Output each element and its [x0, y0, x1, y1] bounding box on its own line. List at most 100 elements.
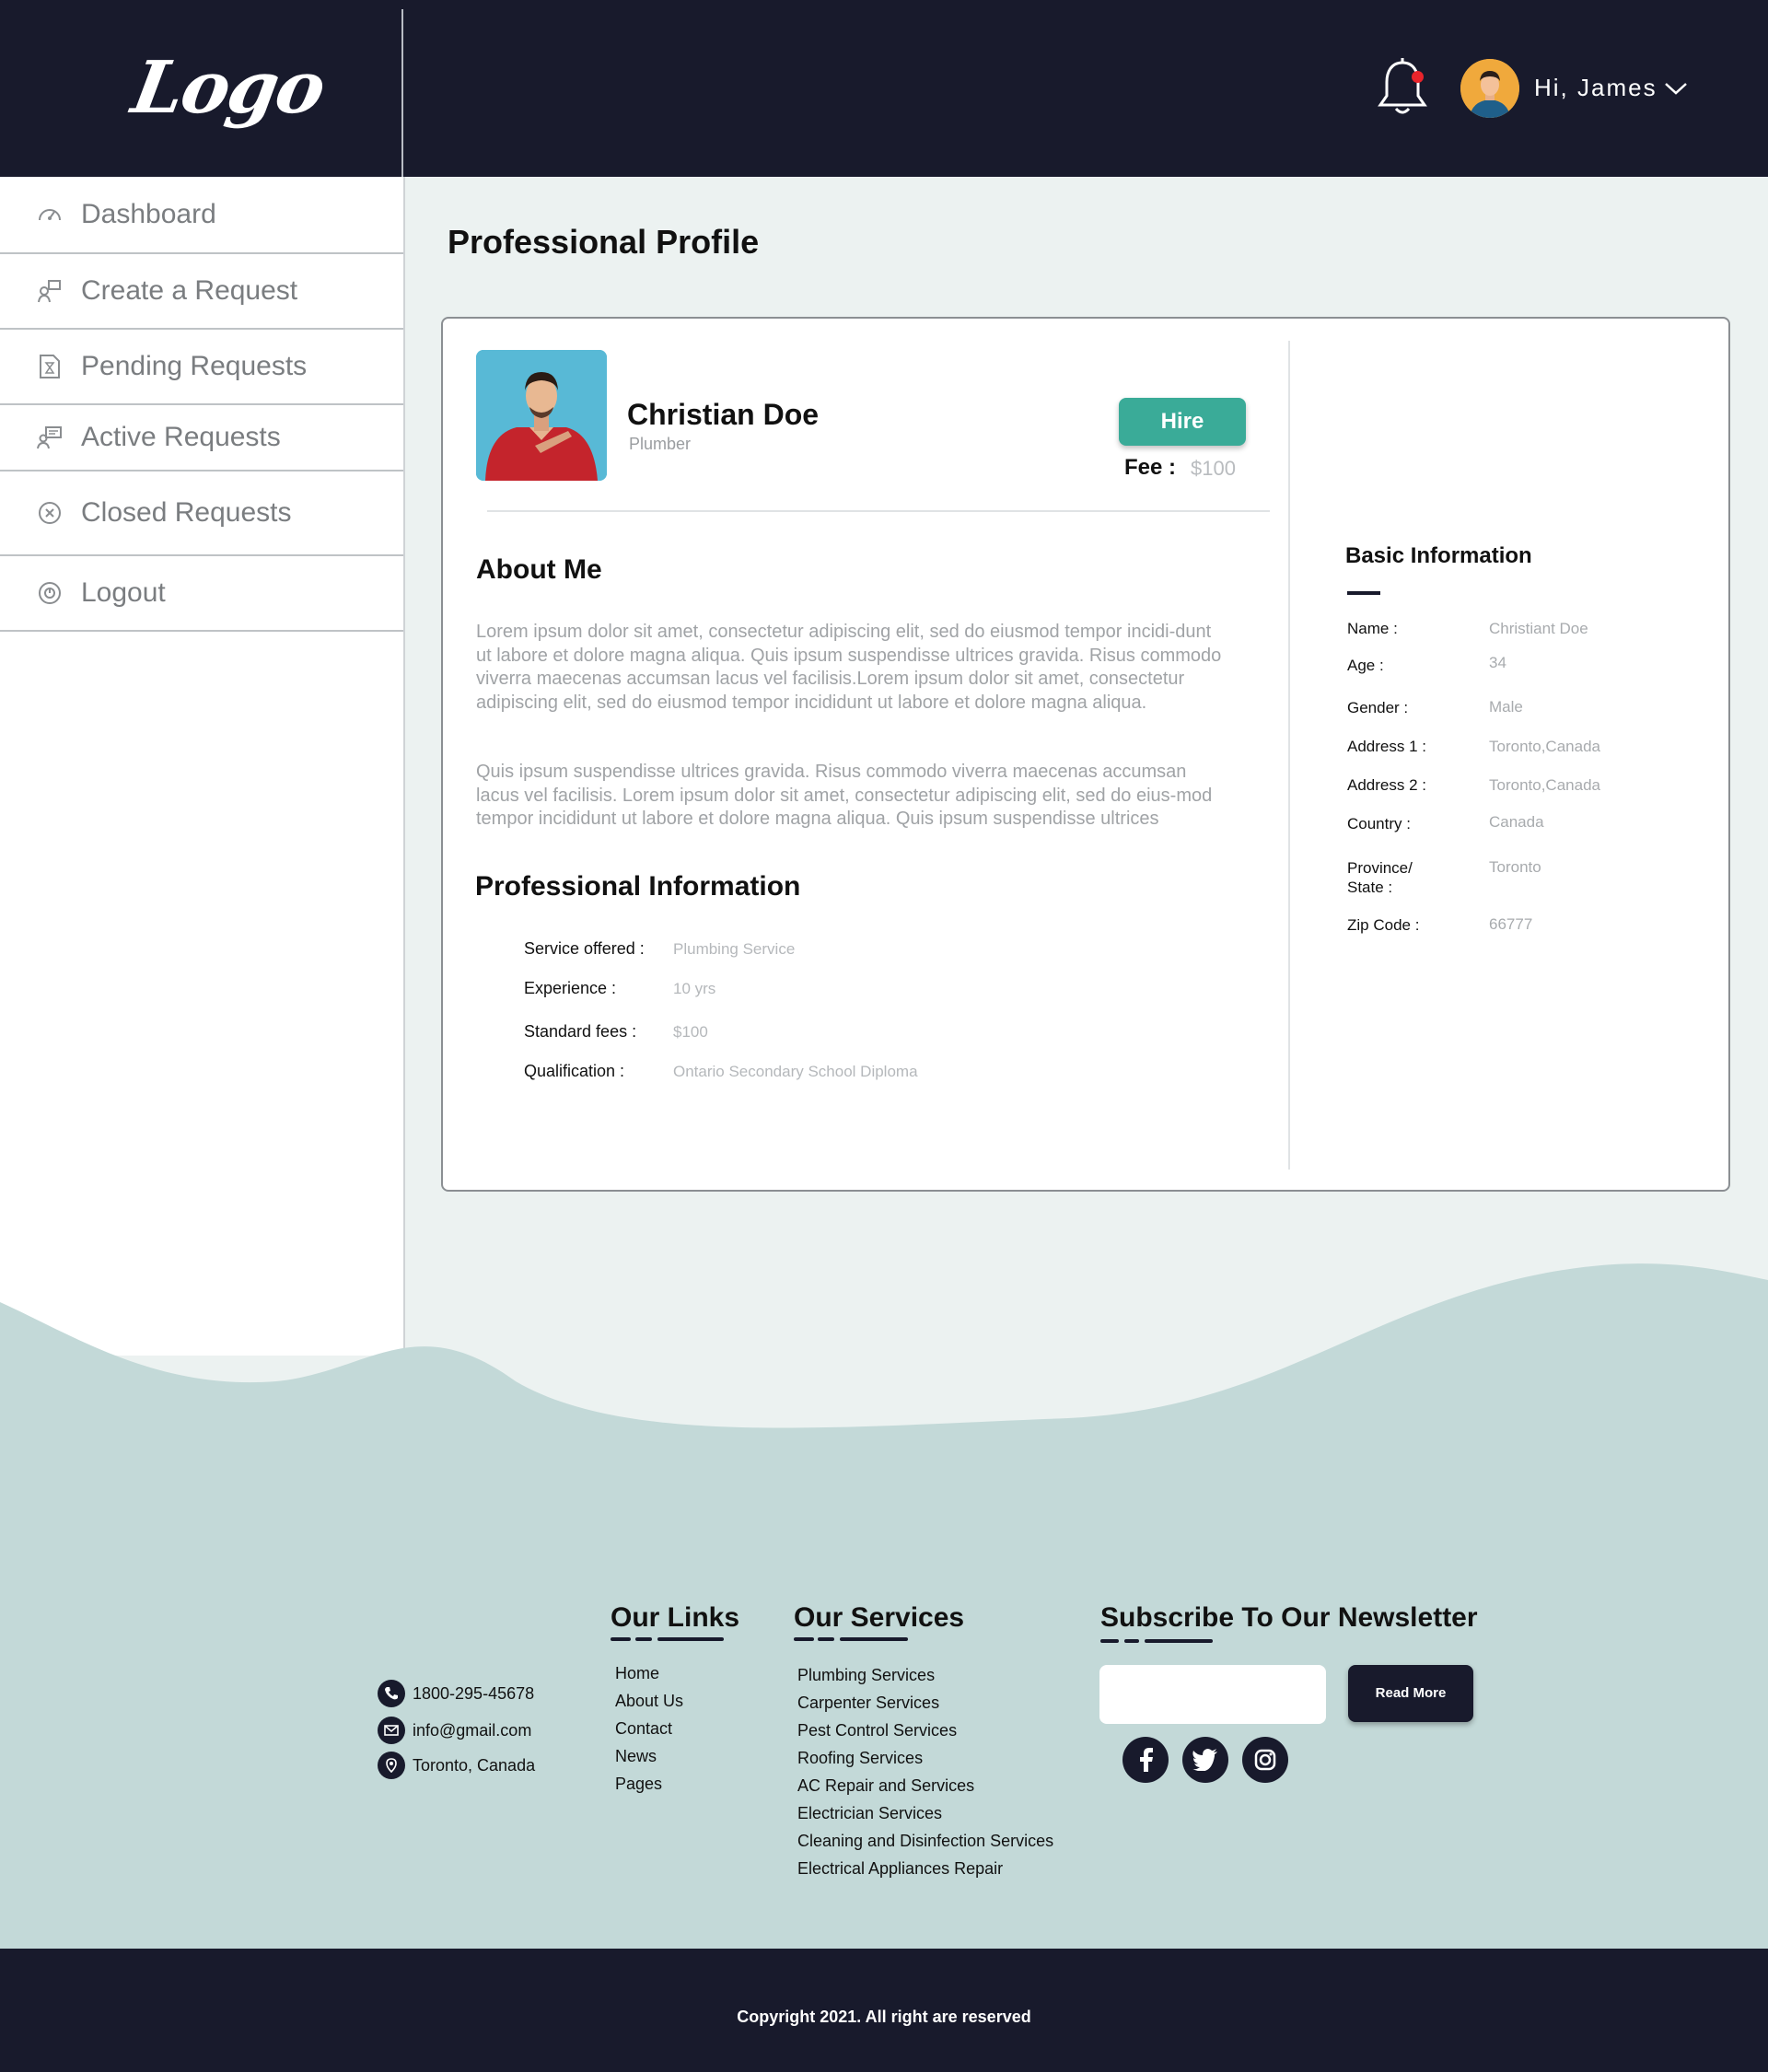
basic-info-label: Gender : [1347, 699, 1409, 716]
footer-link-about[interactable]: About Us [615, 1692, 683, 1711]
heading-underline [1124, 1639, 1139, 1643]
speedometer-icon [39, 209, 61, 221]
basic-info-value: 66777 [1489, 915, 1533, 933]
page-title: Professional Profile [448, 223, 760, 261]
info-label: Service offered : [524, 939, 645, 958]
instagram-icon[interactable] [1242, 1737, 1288, 1783]
sidebar-item-pending-requests[interactable]: Pending Requests [0, 330, 403, 405]
basic-info-label: Zip Code : [1347, 916, 1420, 934]
footer-service-link[interactable]: Electrical Appliances Repair [797, 1859, 1003, 1879]
location-icon [378, 1752, 405, 1779]
footer-link-contact[interactable]: Contact [615, 1719, 672, 1739]
links-heading: Our Links [611, 1602, 740, 1633]
card-divider [1288, 341, 1290, 1170]
basic-info-heading: Basic Information [1345, 543, 1532, 568]
about-paragraph-2: Quis ipsum suspendisse ultrices gravida.… [476, 762, 1213, 829]
footer-service-link[interactable]: Cleaning and Disinfection Services [797, 1832, 1053, 1851]
heading-underline [818, 1637, 834, 1641]
profile-photo [476, 350, 607, 481]
sidebar-item-closed-requests[interactable]: Closed Requests [0, 471, 403, 556]
mail-icon [378, 1717, 405, 1744]
fee-label: Fee : [1124, 455, 1177, 480]
basic-info-label: Country : [1347, 815, 1411, 832]
sidebar-item-label: Dashboard [81, 199, 216, 229]
chevron-down-icon[interactable] [1663, 79, 1689, 98]
basic-info-value: Christiant Doe [1489, 620, 1588, 637]
footer-service-link[interactable]: Pest Control Services [797, 1721, 957, 1740]
footer-bottom-bar: Copyright 2021. All right are reserved [0, 1949, 1768, 2072]
newsletter-email-input[interactable] [1099, 1665, 1326, 1724]
facebook-icon[interactable] [1122, 1737, 1169, 1783]
basic-info-value: Male [1489, 698, 1523, 716]
profile-divider [487, 510, 1270, 512]
sidebar-item-label: Closed Requests [81, 497, 292, 528]
sidebar-item-label: Create a Request [81, 275, 298, 306]
create-request-icon [38, 280, 61, 303]
sidebar-item-active-requests[interactable]: Active Requests [0, 405, 403, 471]
contact-text: info@gmail.com [413, 1720, 532, 1740]
sidebar-item-create-request[interactable]: Create a Request [0, 254, 403, 330]
professional-info-heading: Professional Information [475, 871, 801, 902]
read-more-button[interactable]: Read More [1348, 1665, 1473, 1722]
basic-info-value: 34 [1489, 654, 1506, 671]
close-circle-icon [39, 502, 61, 524]
footer-service-link[interactable]: Electrician Services [797, 1804, 942, 1823]
basic-info-label: Name : [1347, 620, 1398, 637]
footer-link-news[interactable]: News [615, 1747, 657, 1766]
footer-service-link[interactable]: Roofing Services [797, 1749, 923, 1768]
basic-info-label: Age : [1347, 657, 1384, 674]
info-value: Ontario Secondary School Diploma [673, 1063, 918, 1080]
info-value: Plumbing Service [673, 940, 796, 958]
basic-info-value: Toronto,Canada [1489, 738, 1600, 755]
fee-value: $100 [1191, 457, 1236, 480]
notification-dot [1412, 71, 1424, 83]
contact-text: 1800-295-45678 [413, 1683, 535, 1703]
about-heading: About Me [476, 554, 602, 585]
user-greeting[interactable]: Hi, James [1534, 74, 1658, 102]
info-label: Qualification : [524, 1062, 625, 1080]
professional-name: Christian Doe [627, 398, 820, 431]
sidebar-item-label: Active Requests [81, 422, 281, 452]
info-label: Experience : [524, 979, 617, 997]
sidebar-item-label: Pending Requests [81, 351, 308, 381]
contact-location[interactable]: Toronto, Canada [378, 1752, 535, 1779]
basic-info-value: Toronto [1489, 858, 1541, 876]
logo[interactable]: Logo [126, 46, 330, 130]
hourglass-doc-icon [40, 355, 60, 378]
copyright-text: Copyright 2021. All right are reserved [737, 2008, 1031, 2026]
basic-info-label: Province/ State : [1347, 859, 1413, 896]
contact-text: Toronto, Canada [413, 1755, 536, 1775]
sidebar-item-dashboard[interactable]: Dashboard [0, 177, 403, 254]
contact-email[interactable]: info@gmail.com [378, 1717, 531, 1744]
footer-link-home[interactable]: Home [615, 1664, 659, 1683]
basic-info-value: Toronto,Canada [1489, 776, 1600, 794]
top-header: Logo Hi, James [0, 0, 1768, 177]
hire-button[interactable]: Hire [1119, 398, 1246, 446]
about-paragraph-1: Lorem ipsum dolor sit amet, consectetur … [476, 622, 1222, 713]
heading-underline [1145, 1639, 1213, 1643]
footer-service-link[interactable]: AC Repair and Services [797, 1776, 974, 1796]
sidebar-item-label: Logout [81, 577, 166, 608]
info-label: Standard fees : [524, 1022, 637, 1041]
newsletter-heading: Subscribe To Our Newsletter [1100, 1602, 1478, 1633]
heading-underline [840, 1637, 908, 1641]
info-value: $100 [673, 1023, 708, 1041]
user-avatar[interactable] [1460, 59, 1519, 118]
phone-icon [378, 1680, 405, 1707]
basic-info-label: Address 1 : [1347, 738, 1426, 755]
sidebar-item-logout[interactable]: Logout [0, 556, 403, 632]
logo-area: Logo [0, 9, 403, 177]
footer-service-link[interactable]: Plumbing Services [797, 1666, 935, 1685]
footer-link-pages[interactable]: Pages [615, 1775, 662, 1794]
basic-info-label: Address 2 : [1347, 776, 1426, 794]
contact-phone[interactable]: 1800-295-45678 [378, 1680, 534, 1707]
logout-icon [39, 582, 61, 604]
services-heading: Our Services [794, 1602, 965, 1633]
twitter-icon[interactable] [1182, 1737, 1228, 1783]
professional-role: Plumber [629, 435, 692, 453]
notification-bell-icon[interactable] [1376, 57, 1429, 118]
info-value: 10 yrs [673, 980, 716, 997]
chat-user-icon [37, 426, 62, 449]
footer-service-link[interactable]: Carpenter Services [797, 1694, 939, 1713]
heading-underline [1100, 1639, 1119, 1643]
